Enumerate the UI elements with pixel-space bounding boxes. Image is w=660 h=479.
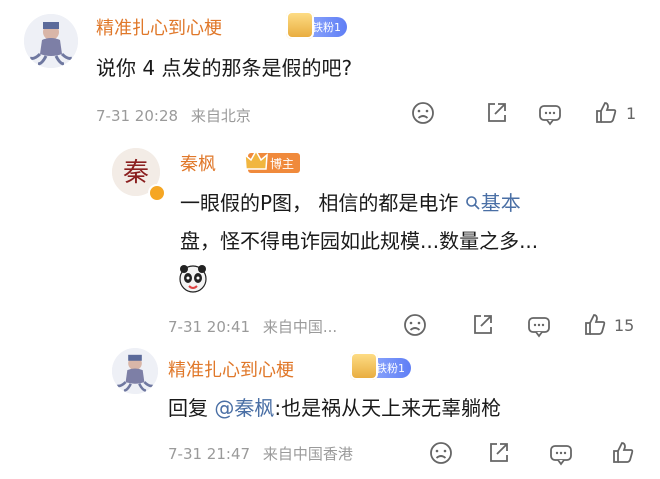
comment-time: 7-31 21:47 <box>168 445 251 463</box>
mention-link[interactable]: @秦枫 <box>214 396 274 420</box>
comment-icon[interactable] <box>537 101 563 127</box>
reply-body: :也是祸从天上来无辜躺枪 <box>274 396 502 420</box>
reply-text: 回复 @秦枫:也是祸从天上来无辜躺枪 <box>168 398 501 418</box>
blogger-badge-label: 博主 <box>270 156 295 171</box>
thumb-up-icon[interactable] <box>593 100 619 126</box>
fan-badge-icon <box>286 11 314 39</box>
user-avatar[interactable] <box>24 14 78 68</box>
comment-text-line1: 一眼假的P图， 相信的都是电诈 基本 <box>180 193 521 213</box>
comment-text: 说你 4 点发的那条是假的吧? <box>96 56 353 80</box>
share-icon[interactable] <box>470 312 496 338</box>
comment-text-line2: 盘，怪不得电诈园如此规模...数量之多... <box>180 229 539 253</box>
user-avatar[interactable] <box>112 348 158 394</box>
thumb-up-icon[interactable] <box>610 440 636 466</box>
fan-badge: 铁粉1 <box>286 11 347 39</box>
share-icon[interactable] <box>486 440 512 466</box>
comment-location: 来自中国香港 <box>262 445 353 463</box>
crown-icon <box>244 149 268 170</box>
sad-face-icon[interactable] <box>428 440 454 466</box>
comment-time: 7-31 20:41 <box>168 318 251 336</box>
comment-author[interactable]: 精准扎心到心梗 <box>168 356 294 382</box>
comment-location: 来自中国... <box>262 318 338 336</box>
comment-meta: 7-31 20:28 来自北京 <box>96 105 251 126</box>
reply-prefix: 回复 <box>168 396 208 420</box>
blogger-badge: 博主 <box>244 149 301 173</box>
comment-icon[interactable] <box>526 313 552 339</box>
comment-icon[interactable] <box>548 441 574 467</box>
comment-time: 7-31 20:28 <box>96 107 179 125</box>
share-icon[interactable] <box>484 100 510 126</box>
thumb-up-icon[interactable] <box>582 312 608 338</box>
fan-badge: 铁粉1 <box>350 352 411 380</box>
comment-location: 来自北京 <box>190 107 251 125</box>
search-link[interactable]: 基本 <box>465 191 521 215</box>
comment-text-part: 一眼假的P图， 相信的都是电诈 <box>180 191 459 215</box>
fan-badge-label: 铁粉1 <box>376 362 405 375</box>
fan-badge-label: 铁粉1 <box>312 21 341 34</box>
like-count: 15 <box>614 316 635 335</box>
comment-author[interactable]: 精准扎心到心梗 <box>96 14 222 40</box>
comment-author[interactable]: 秦枫 <box>180 150 216 176</box>
fan-badge-icon <box>350 352 378 380</box>
like-count: 1 <box>626 104 637 123</box>
panda-emoji-icon <box>179 265 207 293</box>
svg-text:秦: 秦 <box>123 158 149 188</box>
comment-meta: 7-31 21:47 来自中国香港 <box>168 443 353 464</box>
comment-meta: 7-31 20:41 来自中国... <box>168 316 337 337</box>
search-link-text: 基本 <box>480 191 521 215</box>
sad-face-icon[interactable] <box>402 312 428 338</box>
verified-badge <box>148 184 166 202</box>
sad-face-icon[interactable] <box>410 100 436 126</box>
search-icon <box>465 196 480 210</box>
